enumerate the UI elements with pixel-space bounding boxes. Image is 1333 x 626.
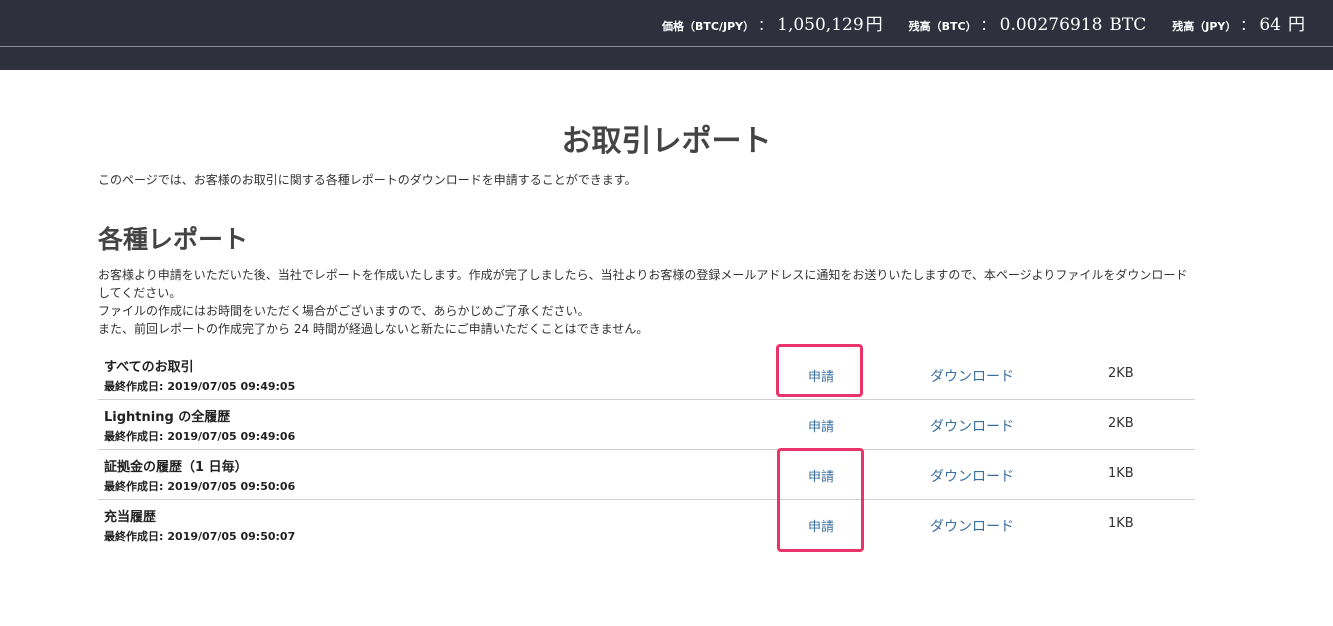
file-size: 1KB [1108, 466, 1134, 481]
price-colon: ： [758, 18, 773, 34]
price-stat: 価格（BTC/JPY） ： 1,050,129 円 [662, 10, 883, 35]
last-created-value: 2019/07/05 09:49:06 [167, 430, 296, 443]
report-name: Lightning の全履歴 [104, 410, 231, 425]
balance-btc-unit: BTC [1109, 15, 1147, 35]
page-intro: このページでは、お客様のお取引に関する各種レポートのダウンロードを申請することが… [98, 173, 637, 187]
balance-btc-stat: 残高（BTC） ： 0.00276918 BTC [909, 15, 1147, 35]
balance-jpy-label: 残高（JPY） [1172, 20, 1237, 33]
last-created-label: 最終作成日: [104, 530, 164, 543]
last-created-value: 2019/07/05 09:49:05 [167, 380, 296, 393]
apply-button[interactable]: 申請 [808, 366, 834, 385]
download-link[interactable]: ダウンロード [930, 366, 1014, 386]
note-line: お客様より申請をいただいた後、当社でレポートを作成いたします。作成が完了しました… [98, 268, 1188, 282]
report-last-created: 最終作成日: 2019/07/05 09:49:05 [104, 378, 295, 394]
balance-btc-colon: ： [980, 18, 995, 34]
report-name: すべてのお取引 [104, 360, 194, 375]
report-row-all-trades: すべてのお取引 最終作成日: 2019/07/05 09:49:05 申請 ダウン… [98, 350, 1195, 400]
price-value: 1,050,129 [777, 15, 864, 35]
top-bar: 価格（BTC/JPY） ： 1,050,129 円 残高（BTC） ： 0.00… [0, 0, 1333, 70]
report-row-lightning-history: Lightning の全履歴 最終作成日: 2019/07/05 09:49:06… [98, 400, 1195, 450]
top-bar-divider [0, 46, 1333, 47]
report-table: すべてのお取引 最終作成日: 2019/07/05 09:49:05 申請 ダウン… [98, 350, 1195, 550]
report-row-margin-history: 証拠金の履歴（1 日毎） 最終作成日: 2019/07/05 09:50:06 申… [98, 450, 1195, 500]
last-created-label: 最終作成日: [104, 480, 164, 493]
file-size: 2KB [1108, 366, 1134, 381]
balance-btc-value: 0.00276918 [999, 15, 1103, 35]
download-link[interactable]: ダウンロード [930, 516, 1014, 536]
balance-jpy-unit: 円 [1288, 15, 1305, 35]
report-name: 充当履歴 [104, 510, 157, 525]
balance-jpy-colon: ： [1240, 18, 1255, 34]
last-created-value: 2019/07/05 09:50:06 [167, 480, 296, 493]
report-last-created: 最終作成日: 2019/07/05 09:50:06 [104, 478, 295, 494]
section-notes: お客様より申請をいただいた後、当社でレポートを作成いたします。作成が完了しました… [98, 266, 1198, 338]
file-size: 2KB [1108, 416, 1134, 431]
price-label: 価格（BTC/JPY） [662, 20, 755, 33]
last-created-value: 2019/07/05 09:50:07 [167, 530, 296, 543]
report-last-created: 最終作成日: 2019/07/05 09:50:07 [104, 528, 295, 544]
note-line: してください。 [98, 286, 182, 300]
apply-button[interactable]: 申請 [808, 466, 834, 485]
apply-button[interactable]: 申請 [808, 516, 834, 535]
file-size: 1KB [1108, 516, 1134, 531]
account-stats: 価格（BTC/JPY） ： 1,050,129 円 残高（BTC） ： 0.00… [662, 10, 1305, 40]
download-link[interactable]: ダウンロード [930, 466, 1014, 486]
apply-button[interactable]: 申請 [808, 416, 834, 435]
last-created-label: 最終作成日: [104, 430, 164, 443]
price-unit: 円 [865, 15, 883, 35]
report-row-allocation-history: 充当履歴 最終作成日: 2019/07/05 09:50:07 申請 ダウンロード… [98, 500, 1195, 550]
download-link[interactable]: ダウンロード [930, 416, 1014, 436]
balance-btc-label: 残高（BTC） [908, 20, 977, 33]
report-last-created: 最終作成日: 2019/07/05 09:49:06 [104, 428, 295, 444]
note-line: また、前回レポートの作成完了から 24 時間が経過しないと新たにご申請いただくこ… [98, 322, 649, 336]
balance-jpy-stat: 残高（JPY） ： 64 円 [1172, 10, 1305, 35]
last-created-label: 最終作成日: [104, 380, 164, 393]
page-title: お取引レポート [561, 124, 772, 159]
balance-jpy-value: 64 [1259, 15, 1281, 35]
section-title: 各種レポート [98, 225, 249, 254]
note-line: ファイルの作成にはお時間をいただく場合がございますので、あらかじめご了承ください… [98, 304, 590, 318]
report-name: 証拠金の履歴（1 日毎） [104, 460, 248, 475]
